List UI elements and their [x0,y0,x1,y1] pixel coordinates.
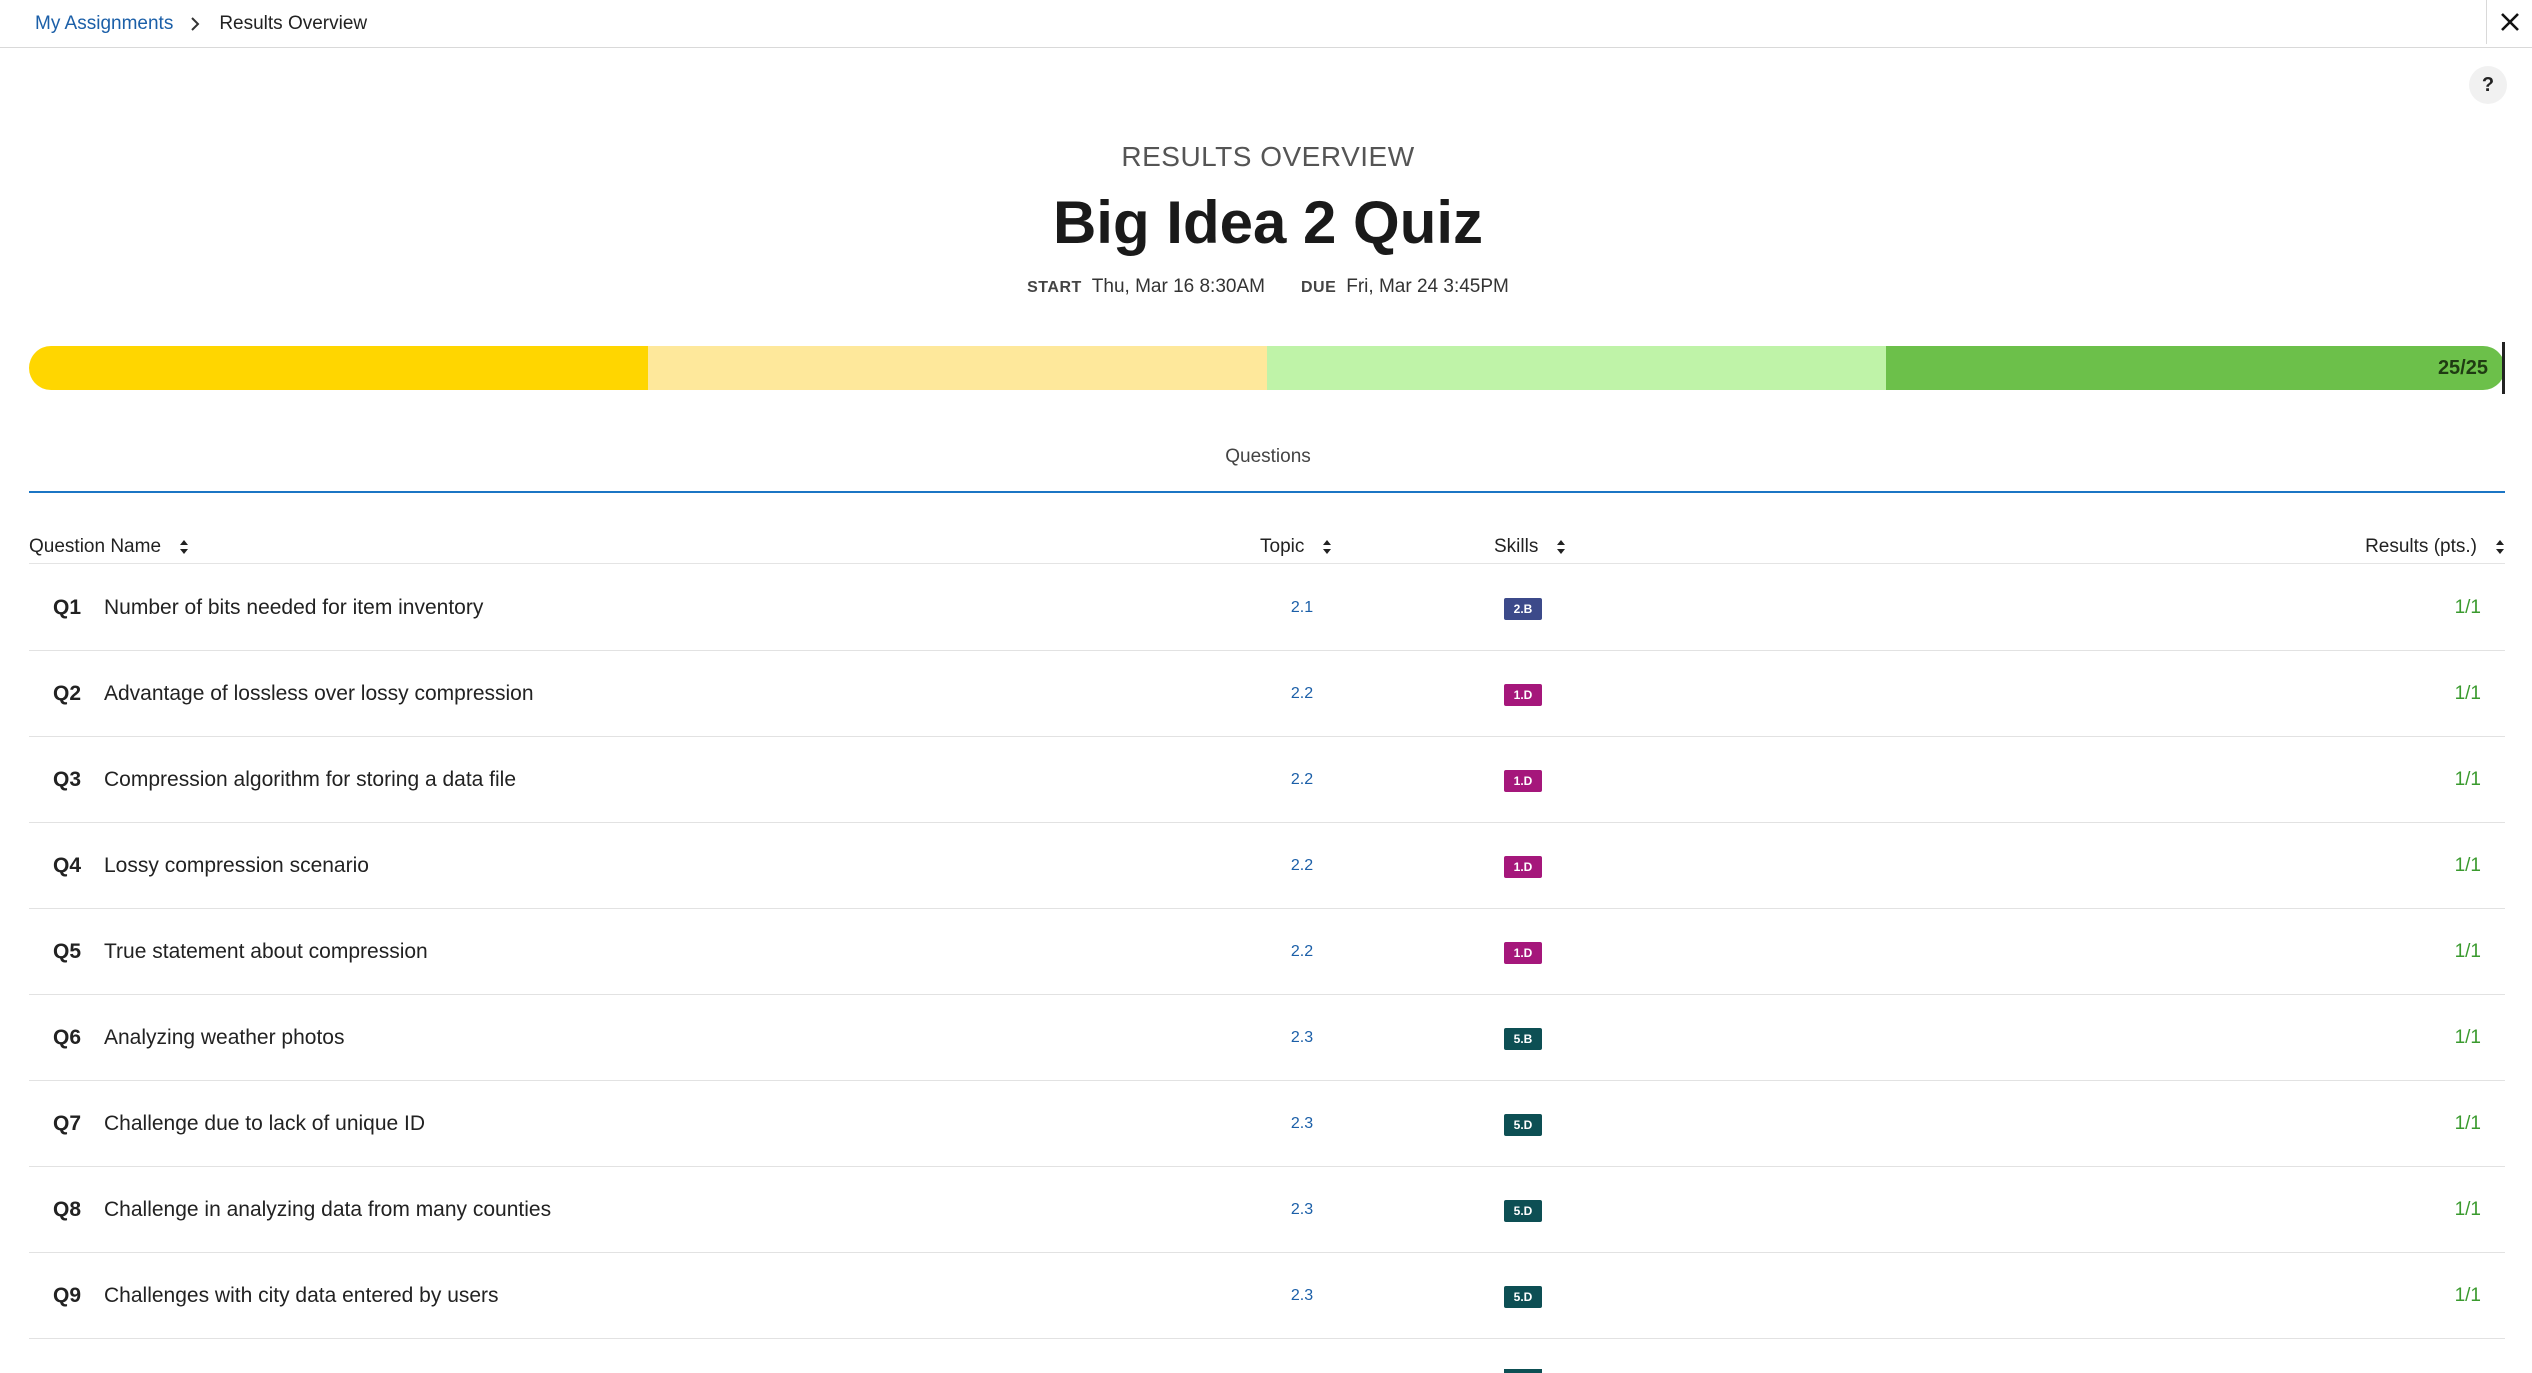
question-name[interactable]: Challenge in analyzing data from many co… [104,1167,551,1253]
table-row[interactable]: Q8 Challenge in analyzing data from many… [29,1167,2505,1253]
due-label: DUE [1300,279,1337,296]
topic-link[interactable]: 2.2 [1272,909,1332,995]
question-name[interactable]: True statement about compression [104,909,428,995]
sort-icon [1557,540,1566,554]
topic-link[interactable]: 2.2 [1272,737,1332,823]
question-mark-icon: ? [2481,73,2495,96]
table-row[interactable]: Q9 Challenges with city data entered by … [29,1253,2505,1339]
skill-badge: 5.B [1504,1028,1542,1050]
page-title: Big Idea 2 Quiz [1052,189,1484,256]
top-bar: My Assignments Results Overview [0,0,2532,48]
skill-badge: 1.D [1504,770,1542,792]
progress-segment [1267,346,1886,390]
table-row[interactable]: Q1 Number of bits needed for item invent… [29,565,2505,651]
question-number: Q9 [53,1284,82,1307]
topic-link[interactable]: 2.1 [1272,565,1332,651]
close-button[interactable] [2486,0,2532,44]
sort-icon [180,540,189,554]
question-result: 1/1 [2454,855,2481,876]
progress-score: 25/25 [2437,356,2488,379]
question-number: Q3 [53,768,82,791]
question-result: 1/1 [2454,1113,2481,1134]
column-header-question-name: Question Name [29,536,162,557]
skill-badge: 5.D [1504,1114,1542,1136]
question-name[interactable]: Challenges with city data entered by use… [104,1253,499,1339]
table-row[interactable]: Q4 Lossy compression scenario 2.2 1.D 1/… [29,823,2505,909]
table-row[interactable]: Q6 Analyzing weather photos 2.3 5.B 1/1 [29,995,2505,1081]
sort-topic[interactable]: Topic [1260,530,1332,564]
breadcrumb: My Assignments Results Overview [35,0,367,48]
column-header-skills: Skills [1494,536,1539,557]
sort-skills[interactable]: Skills [1494,530,1566,564]
question-number: Q8 [53,1198,82,1221]
question-name[interactable]: Advantage of lossless over lossy compres… [104,651,534,737]
question-name[interactable]: Challenge due to lack of unique ID [104,1081,425,1167]
page-eyebrow: RESULTS OVERVIEW [1121,141,1415,172]
table-header: Question Name Topic Skills Results (pts.… [29,530,2505,564]
skill-badge: 1.D [1504,856,1542,878]
table-row[interactable]: Q3 Compression algorithm for storing a d… [29,737,2505,823]
question-result: 1/1 [2454,683,2481,704]
chevron-right-icon [191,17,200,31]
next-row-skill-badge-peek [1504,1369,1542,1373]
skill-badge: 1.D [1504,942,1542,964]
assignment-dates: START Thu, Mar 16 8:30AM DUE Fri, Mar 24 3:… [0,276,2532,298]
start-label: START [1027,279,1082,296]
question-number: Q4 [53,854,82,877]
skill-badge: 5.D [1504,1286,1542,1308]
topic-link[interactable]: 2.3 [1272,995,1332,1081]
question-name[interactable]: Lossy compression scenario [104,823,369,909]
progress-segment [648,346,1267,390]
question-name[interactable]: Number of bits needed for item inventory [104,565,483,651]
score-progress-bar: 25/25 [29,346,2505,390]
breadcrumb-current: Results Overview [219,13,368,34]
progress-segment [1886,346,2505,390]
column-header-results: Results (pts.) [2365,536,2477,557]
question-name[interactable]: Compression algorithm for storing a data… [104,737,516,823]
questions-table: Q1 Number of bits needed for item invent… [29,565,2505,1339]
question-number: Q7 [53,1112,82,1135]
tab-underline [29,491,2505,493]
sort-question-name[interactable]: Question Name [29,530,189,564]
question-result: 1/1 [2454,1285,2481,1306]
question-number: Q1 [53,596,82,619]
tab-questions[interactable]: Questions [0,446,2532,468]
skill-badge: 1.D [1504,684,1542,706]
question-name[interactable]: Analyzing weather photos [104,995,345,1081]
question-result: 1/1 [2454,597,2481,618]
table-row[interactable]: Q2 Advantage of lossless over lossy comp… [29,651,2505,737]
skill-badge: 5.D [1504,1200,1542,1222]
help-button[interactable]: ? [2469,66,2507,104]
sort-icon [2496,540,2504,554]
question-number: Q5 [53,940,82,963]
topic-link[interactable]: 2.2 [1272,823,1332,909]
progress-segment [29,346,648,390]
progress-marker [2502,342,2505,394]
column-header-topic: Topic [1260,536,1305,557]
topic-link[interactable]: 2.2 [1272,651,1332,737]
skill-badge: 2.B [1504,598,1542,620]
question-number: Q2 [53,682,82,705]
question-number: Q6 [53,1026,82,1049]
topic-link[interactable]: 2.3 [1272,1253,1332,1339]
start-date: Thu, Mar 16 8:30AM [1091,276,1265,297]
close-icon [2500,13,2519,31]
due-date: Fri, Mar 24 3:45PM [1346,276,1509,297]
topic-link[interactable]: 2.3 [1272,1167,1332,1253]
sort-icon [1323,540,1332,554]
breadcrumb-my-assignments-link[interactable]: My Assignments [35,13,173,35]
question-result: 1/1 [2454,769,2481,790]
question-result: 1/1 [2454,1027,2481,1048]
question-result: 1/1 [2454,941,2481,962]
sort-results[interactable]: Results (pts.) [2365,530,2505,564]
question-result: 1/1 [2454,1199,2481,1220]
table-row[interactable]: Q5 True statement about compression 2.2 … [29,909,2505,995]
topic-link[interactable]: 2.3 [1272,1081,1332,1167]
table-row[interactable]: Q7 Challenge due to lack of unique ID 2.… [29,1081,2505,1167]
